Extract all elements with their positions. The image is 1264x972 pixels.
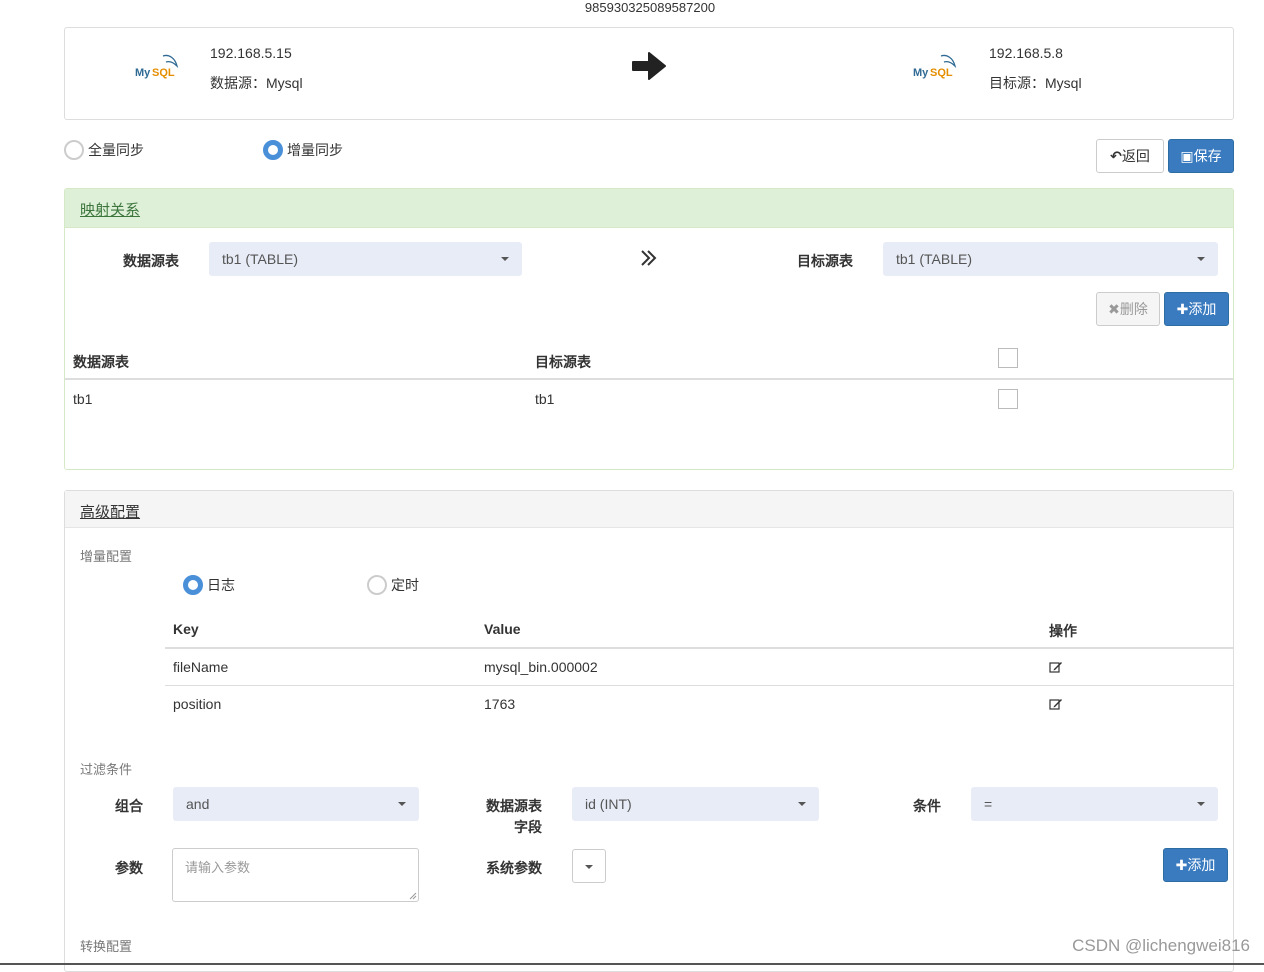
mysql-logo-icon: My SQL <box>135 54 179 79</box>
target-table-select[interactable]: tb1 (TABLE) <box>883 242 1218 276</box>
caret-down-icon <box>501 257 509 261</box>
close-icon: ✖ <box>1108 301 1120 317</box>
source-type: 数据源：Mysql <box>210 75 303 91</box>
kv-row-key: fileName <box>173 659 229 675</box>
source-table-select[interactable]: tb1 (TABLE) <box>209 242 522 276</box>
plus-icon: ✚ <box>1175 857 1188 873</box>
condition-label: 条件 <box>913 798 941 814</box>
kv-row-value: 1763 <box>484 696 516 712</box>
connection-panel: My SQL 192.168.5.15 数据源：Mysql My SQL 192… <box>64 27 1234 120</box>
kv-table-divider <box>165 647 1233 649</box>
plus-icon: ✚ <box>1176 301 1189 317</box>
advanced-panel: 高级配置 增量配置 日志 定时 Key Value 操作 fileName my… <box>64 490 1234 972</box>
edit-icon[interactable] <box>1049 697 1063 711</box>
advanced-title[interactable]: 高级配置 <box>80 501 140 522</box>
edit-icon[interactable] <box>1049 660 1063 674</box>
double-chevron-right-icon <box>641 250 657 266</box>
delete-button[interactable]: ✖删除 <box>1096 292 1160 326</box>
kv-header-key: Key <box>173 621 199 637</box>
task-id: 985930325089587200 <box>584 0 716 15</box>
radio-unchecked-icon <box>367 575 387 595</box>
watermark: CSDN @lichengwei816 <box>1072 936 1250 955</box>
select-all-checkbox[interactable] <box>998 348 1018 368</box>
field-select[interactable]: id (INT) <box>572 787 819 821</box>
mapping-header-target: 目标源表 <box>535 354 591 370</box>
mysql-logo-icon: My SQL <box>913 54 957 79</box>
back-button[interactable]: ↶返回 <box>1096 139 1164 173</box>
caret-down-icon <box>585 865 593 869</box>
combine-select[interactable]: and <box>173 787 419 821</box>
log-mode-radio[interactable]: 日志 <box>183 575 235 595</box>
undo-icon: ↶ <box>1110 148 1122 164</box>
sys-param-label: 系统参数 <box>486 860 542 876</box>
target-table-label: 目标源表 <box>797 253 853 269</box>
caret-down-icon <box>1197 257 1205 261</box>
incremental-sync-radio[interactable]: 增量同步 <box>263 140 343 160</box>
svg-text:SQL: SQL <box>152 67 175 79</box>
resize-handle-icon[interactable] <box>409 892 417 900</box>
full-sync-radio[interactable]: 全量同步 <box>64 140 144 160</box>
save-button[interactable]: ▣保存 <box>1168 139 1234 173</box>
mapping-header-source: 数据源表 <box>73 354 129 370</box>
kv-row-value: mysql_bin.000002 <box>484 659 598 675</box>
mapping-title[interactable]: 映射关系 <box>80 199 140 220</box>
condition-select[interactable]: = <box>971 787 1218 821</box>
target-type: 目标源：Mysql <box>989 75 1082 91</box>
incremental-config-label: 增量配置 <box>80 549 133 564</box>
radio-checked-icon <box>263 140 283 160</box>
svg-text:My: My <box>135 67 151 79</box>
arrow-right-icon <box>632 52 666 80</box>
advanced-panel-header: 高级配置 <box>65 491 1233 528</box>
source-ip: 192.168.5.15 <box>210 45 292 61</box>
combine-label: 组合 <box>115 798 143 814</box>
table-divider <box>65 378 1233 380</box>
caret-down-icon <box>1197 802 1205 806</box>
caret-down-icon <box>398 802 406 806</box>
mapping-panel-header: 映射关系 <box>65 189 1233 228</box>
add-filter-button[interactable]: ✚添加 <box>1163 848 1228 882</box>
save-icon: ▣ <box>1180 148 1194 164</box>
radio-unchecked-icon <box>64 140 84 160</box>
param-label: 参数 <box>115 860 143 876</box>
param-input[interactable]: 请输入参数 <box>172 848 419 902</box>
transform-config-label: 转换配置 <box>80 939 133 954</box>
target-ip: 192.168.5.8 <box>989 45 1063 61</box>
svg-text:SQL: SQL <box>930 67 953 79</box>
kv-row-divider <box>165 685 1233 686</box>
source-table-label: 数据源表 <box>123 253 179 269</box>
mapping-row-target: tb1 <box>535 391 555 407</box>
sys-param-dropdown[interactable] <box>572 849 606 883</box>
mapping-panel: 映射关系 数据源表 tb1 (TABLE) 目标源表 tb1 (TABLE) ✖… <box>64 188 1234 470</box>
row-checkbox[interactable] <box>998 389 1018 409</box>
kv-header-op: 操作 <box>1049 623 1077 639</box>
mapping-row-source: tb1 <box>73 391 93 407</box>
field-label: 数据源表 字段 <box>486 798 542 835</box>
kv-header-value: Value <box>484 621 521 637</box>
svg-text:My: My <box>913 67 929 79</box>
timer-mode-radio[interactable]: 定时 <box>367 575 419 595</box>
filter-label: 过滤条件 <box>80 762 133 777</box>
radio-checked-icon <box>183 575 203 595</box>
add-mapping-button[interactable]: ✚添加 <box>1164 292 1229 326</box>
kv-row-key: position <box>173 696 222 712</box>
caret-down-icon <box>798 802 806 806</box>
